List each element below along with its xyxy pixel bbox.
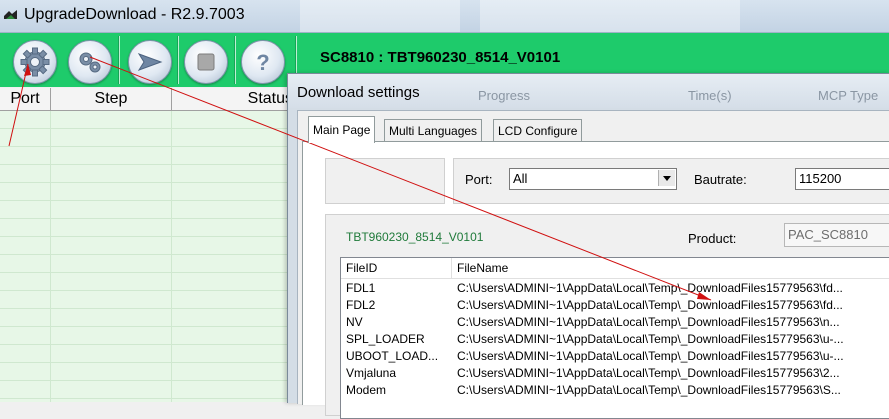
file-list-row[interactable]: FDL2 C:\Users\ADMINI~1\AppData\Local\Temp…	[341, 297, 889, 314]
background-column-ghost: MCP Type	[818, 88, 879, 103]
port-label: Port:	[465, 172, 493, 187]
chevron-down-icon[interactable]	[658, 170, 675, 186]
file-id-cell: FDL2	[346, 298, 376, 312]
product-field[interactable]: PAC_SC8810	[784, 223, 889, 247]
column-header-fileid[interactable]: FileID	[341, 258, 452, 278]
product-label: Product:	[688, 231, 737, 246]
background-column-ghost: Progress	[478, 88, 531, 103]
help-button[interactable]: ?	[241, 40, 285, 84]
title-bar: UpgradeDownload - R2.9.7003	[0, 0, 889, 33]
column-header-port[interactable]: Port	[0, 88, 51, 110]
toolbar-separator	[177, 36, 179, 84]
file-id-cell: UBOOT_LOAD...	[346, 349, 439, 363]
file-id-cell: NV	[346, 315, 363, 329]
baudrate-select-value: 115200	[799, 171, 842, 186]
grid-column-line	[50, 111, 51, 402]
toolbar-title: SC8810 : TBT960230_8514_V0101	[320, 49, 561, 66]
app-icon	[4, 10, 17, 19]
file-list-row[interactable]: FDL1 C:\Users\ADMINI~1\AppData\Local\Temp…	[341, 280, 889, 297]
column-header-step[interactable]: Step	[51, 88, 172, 110]
main-page-panel: Port: All Bautrate: 115200 TBT960230_851…	[302, 141, 889, 419]
file-list-header: FileID FileName	[341, 258, 889, 279]
background-column-ghost: Time(s)	[688, 88, 732, 103]
file-name-cell: C:\Users\ADMINI~1\AppData\Local\Temp\_Do…	[457, 332, 844, 346]
port-grid-body[interactable]	[0, 111, 295, 402]
baudrate-select[interactable]: 115200	[795, 168, 889, 190]
file-id-cell: Modem	[346, 383, 387, 397]
port-grid-header: Port Step Status	[0, 88, 295, 111]
settings-button[interactable]	[13, 40, 57, 84]
gear-icon	[20, 47, 50, 77]
svg-text:?: ?	[256, 50, 269, 75]
file-name-cell: C:\Users\ADMINI~1\AppData\Local\Temp\_Do…	[457, 281, 843, 295]
stop-square-icon	[197, 53, 215, 71]
baudrate-label: Bautrate:	[694, 172, 747, 187]
column-header-filename[interactable]: FileName	[452, 258, 889, 278]
dialog-title: Download settings	[297, 84, 420, 101]
dialog-caption-bar[interactable]: Download settings Progress Time(s) MCP T…	[288, 74, 889, 108]
file-id-cell: FDL1	[346, 281, 376, 295]
question-icon: ?	[256, 50, 269, 75]
empty-group-box	[325, 158, 445, 204]
file-list-row[interactable]: NV C:\Users\ADMINI~1\AppData\Local\Temp\_…	[341, 314, 889, 331]
play-arrow-icon	[137, 53, 163, 71]
start-button[interactable]	[128, 40, 172, 84]
column-header-status[interactable]: Status	[172, 88, 295, 110]
file-name-cell: C:\Users\ADMINI~1\AppData\Local\Temp\_Do…	[457, 298, 843, 312]
stop-button[interactable]	[184, 40, 228, 84]
grid-column-line	[171, 111, 172, 402]
dialog-client-area: Main Page Multi Languages LCD Configure …	[297, 110, 889, 419]
file-name-cell: C:\Users\ADMINI~1\AppData\Local\Temp\_Do…	[457, 349, 844, 363]
background-window-ghost	[480, 0, 740, 32]
file-list[interactable]: FileID FileName FDL1 C:\Users\ADMINI~1\Ap…	[340, 257, 889, 419]
file-name-cell: C:\Users\ADMINI~1\AppData\Local\Temp\_Do…	[457, 383, 841, 397]
file-list-row[interactable]: UBOOT_LOAD... C:\Users\ADMINI~1\AppData\L…	[341, 348, 889, 365]
gears-icon	[79, 52, 101, 73]
pac-info-group: TBT960230_8514_V0101 Product: PAC_SC8810…	[325, 214, 889, 419]
file-id-cell: SPL_LOADER	[346, 332, 425, 346]
tab-main-page[interactable]: Main Page	[308, 116, 376, 143]
file-name-cell: C:\Users\ADMINI~1\AppData\Local\Temp\_Do…	[457, 366, 840, 380]
toolbar-separator	[234, 36, 236, 84]
file-list-row[interactable]: SPL_LOADER C:\Users\ADMINI~1\AppData\Loca…	[341, 331, 889, 348]
download-settings-dialog: Download settings Progress Time(s) MCP T…	[287, 73, 889, 419]
background-window-ghost	[300, 0, 460, 32]
window-title: UpgradeDownload - R2.9.7003	[24, 6, 245, 23]
port-select-value: All	[513, 171, 528, 186]
tab-multi-languages[interactable]: Multi Languages	[384, 119, 483, 142]
tab-lcd-configure[interactable]: LCD Configure	[493, 119, 583, 142]
file-id-cell: Vmjaluna	[346, 366, 397, 380]
file-list-row[interactable]: Vmjaluna C:\Users\ADMINI~1\AppData\Local\…	[341, 365, 889, 382]
port-select[interactable]: All	[509, 168, 677, 190]
file-list-row[interactable]: Modem C:\Users\ADMINI~1\AppData\Local\Tem…	[341, 382, 889, 399]
advanced-settings-button[interactable]	[68, 40, 112, 84]
port-settings-group: Port: All Bautrate: 115200	[453, 158, 889, 204]
pac-file-name: TBT960230_8514_V0101	[346, 230, 484, 244]
file-name-cell: C:\Users\ADMINI~1\AppData\Local\Temp\_Do…	[457, 315, 840, 329]
toolbar-separator	[118, 36, 120, 84]
